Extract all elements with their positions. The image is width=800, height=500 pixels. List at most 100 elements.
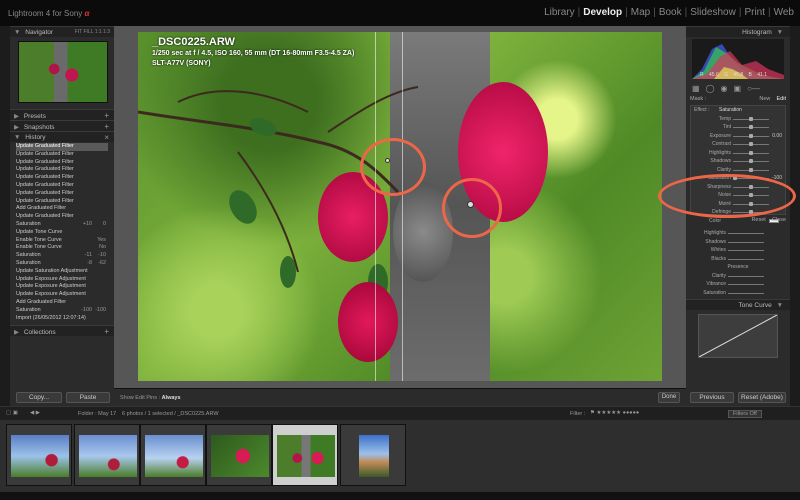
history-item[interactable]: Update Graduated Filter bbox=[16, 213, 108, 221]
histogram[interactable]: R 45.6 G 45.8 B 41.1 bbox=[692, 39, 784, 79]
effect-selector[interactable]: Effect : Saturation bbox=[691, 106, 785, 115]
effect-slider-label: Shadows bbox=[710, 158, 731, 164]
crop-icon[interactable]: ▦ bbox=[692, 84, 700, 93]
history-item[interactable]: Update Graduated Filter bbox=[16, 198, 108, 206]
effect-slider-knob[interactable] bbox=[749, 167, 753, 172]
done-button[interactable]: Done bbox=[658, 392, 680, 403]
effect-slider-knob[interactable] bbox=[749, 116, 753, 121]
history-item[interactable]: Add Graduated Filter bbox=[16, 205, 108, 213]
presets-header[interactable]: ▶ Presets + bbox=[10, 109, 114, 120]
edit-pin[interactable] bbox=[385, 158, 390, 163]
previous-button[interactable]: Previous bbox=[690, 392, 734, 403]
flag-filter-icons[interactable]: ⚑ ★★★★★ ●●●●● bbox=[590, 410, 639, 416]
module-book[interactable]: Book bbox=[659, 7, 682, 18]
add-snapshot-icon[interactable]: + bbox=[104, 122, 109, 131]
module-library[interactable]: Library bbox=[544, 7, 575, 18]
history-item[interactable]: Saturation -100 -100 bbox=[16, 307, 108, 315]
reset-button[interactable]: Reset bbox=[751, 217, 765, 223]
close-button[interactable]: Close bbox=[772, 217, 786, 223]
collections-header[interactable]: ▶ Collections + bbox=[10, 325, 114, 337]
tone-curve-header[interactable]: Tone Curve ▼ bbox=[686, 299, 790, 310]
effect-slider-knob[interactable] bbox=[749, 159, 753, 163]
add-collection-icon[interactable]: + bbox=[104, 327, 109, 336]
collapse-triangle-icon: ▼ bbox=[776, 302, 783, 309]
tone-slider-track[interactable] bbox=[728, 250, 764, 251]
history-item[interactable]: Update Saturation Adjustment bbox=[16, 268, 108, 276]
filmstrip-thumb[interactable] bbox=[6, 424, 72, 486]
folder-source[interactable]: Folder : May 17 bbox=[78, 411, 116, 417]
edit-pin-active[interactable] bbox=[467, 201, 474, 208]
history-item[interactable]: Saturation +10 0 bbox=[16, 221, 108, 229]
history-item[interactable]: Update Graduated Filter bbox=[16, 174, 108, 182]
history-header[interactable]: ▼ History × bbox=[10, 131, 114, 142]
red-eye-icon[interactable]: ◉ bbox=[721, 84, 728, 93]
tone-slider-track[interactable] bbox=[728, 241, 764, 243]
tone-slider-track[interactable] bbox=[728, 275, 764, 277]
mask-new-button[interactable]: New bbox=[759, 96, 770, 102]
nav-arrows-icon[interactable]: ◀ ▶ bbox=[30, 410, 40, 416]
reset-adobe-button[interactable]: Reset (Adobe) bbox=[738, 392, 786, 403]
filmstrip-thumb[interactable] bbox=[74, 424, 140, 486]
filmstrip-thumb[interactable] bbox=[340, 424, 406, 486]
graduated-filter-icon[interactable]: ▣ bbox=[734, 84, 742, 93]
history-item[interactable]: Update Exposure Adjustment bbox=[16, 291, 108, 299]
history-item[interactable]: Update Tone Curve bbox=[16, 229, 108, 237]
right-panel-toggle[interactable] bbox=[790, 26, 800, 406]
module-map[interactable]: Map bbox=[631, 7, 650, 18]
history-item[interactable]: Add Graduated Filter bbox=[16, 299, 108, 307]
mask-edit-button[interactable]: Edit bbox=[777, 96, 786, 102]
navigator-header[interactable]: ▼ Navigator FIT FILL 1:1 1:3 bbox=[10, 26, 114, 37]
navigator-preview[interactable] bbox=[18, 41, 108, 103]
view-toggle-icon[interactable]: ▢ ▣ bbox=[6, 410, 18, 416]
collapse-triangle-icon: ▼ bbox=[14, 29, 21, 36]
filmstrip-thumb[interactable] bbox=[206, 424, 272, 486]
history-item-from: -100 bbox=[81, 306, 92, 313]
filmstrip-thumb-selected[interactable] bbox=[272, 424, 338, 486]
clear-history-icon[interactable]: × bbox=[104, 133, 109, 142]
spot-removal-icon[interactable]: ◯ bbox=[706, 84, 715, 93]
history-item[interactable]: Update Graduated Filter bbox=[16, 166, 108, 174]
history-item[interactable]: Update Graduated Filter bbox=[16, 182, 108, 190]
module-slideshow[interactable]: Slideshow bbox=[690, 7, 736, 18]
history-item[interactable]: Update Exposure Adjustment bbox=[16, 283, 108, 291]
effect-slider-row: Tint bbox=[691, 123, 785, 132]
history-item[interactable]: Saturation -8 -62 bbox=[16, 260, 108, 268]
tone-slider-track[interactable] bbox=[728, 284, 764, 285]
effect-slider-knob[interactable] bbox=[749, 150, 753, 155]
histogram-header[interactable]: Histogram ▼ bbox=[686, 26, 790, 37]
history-item[interactable]: Update Graduated Filter bbox=[16, 143, 108, 151]
gradient-guide-line[interactable] bbox=[402, 32, 403, 381]
effect-slider-knob[interactable] bbox=[749, 142, 753, 146]
tone-slider-track[interactable] bbox=[728, 292, 764, 294]
effect-slider-knob[interactable] bbox=[749, 125, 753, 129]
gradient-guide-line[interactable] bbox=[375, 32, 376, 381]
history-item[interactable]: Update Graduated Filter bbox=[16, 151, 108, 159]
history-item[interactable]: Update Graduated Filter bbox=[16, 159, 108, 167]
tone-slider-track[interactable] bbox=[728, 233, 764, 234]
filmstrip-thumb[interactable] bbox=[140, 424, 206, 486]
left-panel-toggle[interactable] bbox=[0, 26, 10, 406]
module-print[interactable]: Print bbox=[744, 7, 765, 18]
add-preset-icon[interactable]: + bbox=[104, 111, 109, 120]
history-item[interactable]: Saturation -11 -10 bbox=[16, 252, 108, 260]
adjustment-brush-icon[interactable]: ○— bbox=[747, 84, 760, 93]
photo-preview[interactable]: _DSC0225.ARW 1/250 sec at f / 4.5, ISO 1… bbox=[138, 32, 662, 381]
history-item[interactable]: Update Exposure Adjustment bbox=[16, 276, 108, 284]
paste-button[interactable]: Paste bbox=[66, 392, 110, 403]
module-develop[interactable]: Develop bbox=[583, 7, 622, 18]
module-web[interactable]: Web bbox=[774, 7, 794, 18]
zoom-options[interactable]: FIT FILL 1:1 1:3 bbox=[75, 29, 110, 35]
snapshots-header[interactable]: ▶ Snapshots + bbox=[10, 120, 114, 131]
effect-value[interactable]: Saturation bbox=[719, 106, 742, 115]
history-item[interactable]: Enable Tone Curve No bbox=[16, 244, 108, 252]
history-item[interactable]: Enable Tone Curve Yes bbox=[16, 237, 108, 245]
copy-button[interactable]: Copy... bbox=[16, 392, 62, 403]
history-item[interactable]: Import (26/05/2012 12:07:14) bbox=[16, 315, 108, 323]
tone-slider-track[interactable] bbox=[728, 258, 764, 260]
history-item[interactable]: Update Graduated Filter bbox=[16, 190, 108, 198]
tone-curve-graph[interactable] bbox=[698, 314, 778, 358]
effect-slider-knob[interactable] bbox=[749, 133, 753, 138]
show-edit-pins-value[interactable]: Always bbox=[162, 395, 181, 401]
filters-off-select[interactable]: Filters Off bbox=[728, 410, 762, 418]
show-edit-pins[interactable]: Show Edit Pins : Always bbox=[120, 395, 181, 401]
